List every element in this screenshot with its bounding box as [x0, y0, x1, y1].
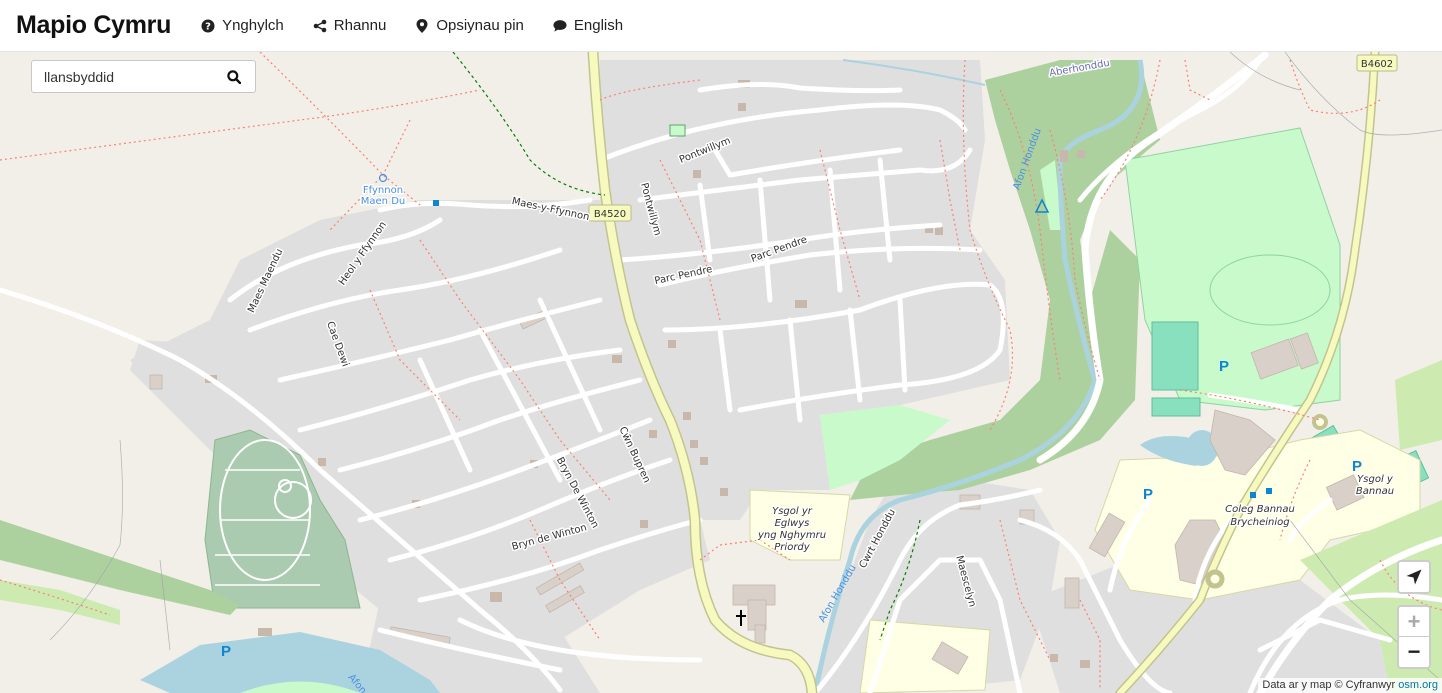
label-ysgol-eglwys-3: yng Nghymru	[757, 530, 826, 541]
search-box	[31, 60, 256, 93]
map-tiles: P P P P B4602 B4520 Ffynnon Maen Du Maes…	[0, 52, 1442, 693]
top-bar: Mapio Cymru ? Ynghylch Rhannu Opsiynau p…	[0, 0, 1442, 52]
parking-icon: P	[1352, 458, 1362, 475]
label-ysgol-eglwys-1: Ysgol yr	[772, 506, 813, 517]
search-input[interactable]	[32, 68, 217, 85]
label-coleg-1: Coleg Bannau	[1225, 504, 1295, 515]
label-ysgol-eglwys-2: Eglwys	[775, 518, 810, 529]
parking-icon: P	[1143, 486, 1153, 503]
attribution-link[interactable]: osm.org	[1398, 679, 1438, 691]
road-ref-b4602: B4602	[1361, 59, 1393, 70]
label-ffynnon: Ffynnon	[363, 185, 403, 196]
share-icon	[313, 19, 327, 33]
search-icon	[227, 69, 241, 84]
parking-icon: P	[221, 643, 231, 660]
search-button[interactable]	[217, 61, 251, 92]
label-ysgol-bannau-1: Ysgol y	[1357, 474, 1394, 485]
locate-button[interactable]	[1399, 562, 1429, 592]
label-coleg-2: Brycheiniog	[1230, 517, 1289, 528]
speech-bubble-icon	[553, 19, 567, 33]
nav-language[interactable]: English	[553, 17, 623, 34]
locate-control	[1397, 560, 1431, 594]
parking-icon: P	[1219, 358, 1229, 375]
nav-pin-options-label: Opsiynau pin	[436, 17, 524, 34]
attribution: Data ar y map © Cyfranwyr osm.org	[1258, 678, 1442, 693]
nav-share[interactable]: Rhannu	[313, 17, 387, 34]
map-pin-icon	[415, 18, 429, 33]
label-ysgol-bannau-2: Bannau	[1356, 486, 1394, 497]
label-maen-du: Maen Du	[361, 196, 405, 207]
question-circle-icon: ?	[201, 19, 215, 33]
locate-arrow-icon	[1406, 569, 1422, 585]
nav-pin-options[interactable]: Opsiynau pin	[415, 17, 524, 34]
svg-text:?: ?	[205, 21, 211, 32]
nav-share-label: Rhannu	[333, 17, 387, 34]
nav-about-label: Ynghylch	[222, 17, 284, 34]
road-ref-b4520: B4520	[594, 209, 626, 220]
nav-language-label: English	[573, 17, 624, 34]
nav-about[interactable]: ? Ynghylch	[201, 17, 284, 34]
zoom-in-button[interactable]: +	[1399, 607, 1429, 637]
zoom-out-button[interactable]: −	[1399, 637, 1429, 667]
map-canvas[interactable]: P P P P B4602 B4520 Ffynnon Maen Du Maes…	[0, 52, 1442, 693]
label-ysgol-eglwys-4: Priordy	[774, 542, 810, 553]
zoom-control: + −	[1397, 605, 1431, 669]
attribution-text: Data ar y map © Cyfranwyr	[1262, 679, 1396, 691]
site-title[interactable]: Mapio Cymru	[16, 11, 171, 40]
